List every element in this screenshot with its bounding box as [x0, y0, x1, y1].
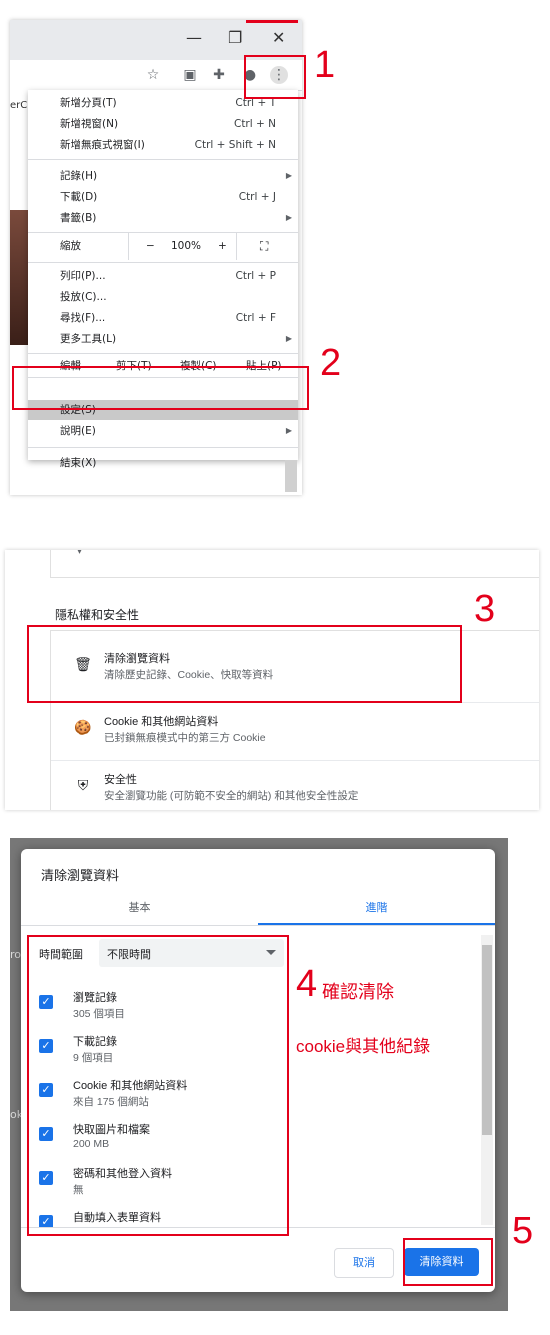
close-button[interactable]: ✕ — [272, 28, 285, 47]
menu-separator — [28, 232, 298, 233]
zoom-label: 縮放 — [60, 240, 81, 252]
menu-item-label: 結束(X) — [60, 457, 97, 469]
submenu-arrow-icon: ▶ — [285, 171, 292, 180]
dialog-scroll-thumb[interactable] — [482, 945, 492, 1135]
step3-highlight-box — [27, 625, 462, 703]
menu-separator — [28, 353, 298, 354]
cookie-icon: 🍪 — [74, 719, 92, 735]
step-number-2: 2 — [320, 342, 342, 384]
cancel-button[interactable]: 取消 — [334, 1248, 394, 1278]
chat-extension-icon[interactable]: ▣ — [181, 66, 199, 84]
menu-item-help[interactable]: 說明(E) ▶ — [28, 421, 298, 441]
menu-item-label: 投放(C)... — [60, 291, 107, 303]
cookies-row[interactable]: 🍪 Cookie 和其他網站資料 已封鎖無痕模式中的第三方 Cookie — [51, 702, 539, 755]
tab-advanced[interactable]: 進階 — [258, 899, 495, 915]
menu-item-incognito[interactable]: 新增無痕式視窗(I) Ctrl + Shift + N — [28, 135, 298, 155]
step-number-3: 3 — [474, 588, 496, 630]
menu-item-label: 下載(D) — [60, 191, 98, 203]
menu-item-label: 新增無痕式視窗(I) — [60, 139, 145, 151]
zoom-level: 100% — [171, 240, 202, 252]
menu-item-more-tools[interactable]: 更多工具(L) ▶ — [28, 329, 298, 349]
menu-item-find[interactable]: 尋找(F)... Ctrl + F — [28, 308, 298, 328]
section-title: 隱私權和安全性 — [55, 608, 140, 622]
menu-item-shortcut: Ctrl + F — [235, 312, 276, 324]
active-tab-underline — [258, 923, 495, 925]
menu-item-exit[interactable]: 結束(X) — [28, 453, 298, 473]
row-subtitle: 安全瀏覽功能 (可防範不安全的網站) 和其他安全性設定 — [104, 790, 359, 802]
puzzle-extensions-icon[interactable]: ✚ — [210, 66, 228, 84]
page-text-fragment: erC — [10, 100, 28, 111]
menu-item-label: 新增分頁(T) — [60, 97, 117, 109]
submenu-arrow-icon: ▶ — [285, 334, 292, 343]
page-photo — [10, 210, 28, 345]
star-icon[interactable]: ☆ — [144, 66, 162, 84]
menu-item-shortcut: Ctrl + J — [238, 191, 276, 203]
menu-separator — [28, 447, 298, 448]
previous-card — [50, 550, 539, 578]
menu-item-shortcut: Ctrl + Shift + N — [194, 139, 276, 151]
tab-divider — [21, 925, 495, 926]
menu-item-label: 新增視窗(N) — [60, 118, 119, 130]
step5-highlight-box — [403, 1238, 493, 1286]
menu-item-label: 記錄(H) — [60, 170, 98, 182]
menu-item-bookmarks[interactable]: 書籤(B) ▶ — [28, 208, 298, 228]
scrollbar-thumb[interactable] — [285, 460, 297, 492]
step-number-1: 1 — [314, 44, 336, 86]
menu-separator — [28, 159, 298, 160]
menu-item-new-window[interactable]: 新增視窗(N) Ctrl + N — [28, 114, 298, 134]
title-bar — [10, 20, 302, 60]
shield-icon: ⛨ — [77, 777, 89, 793]
menu-item-label: 列印(P)... — [60, 270, 106, 282]
row-title: Cookie 和其他網站資料 — [104, 716, 219, 728]
dialog-title: 清除瀏覽資料 — [41, 868, 120, 883]
menu-item-cast[interactable]: 投放(C)... — [28, 287, 298, 307]
step-number-5: 5 — [512, 1210, 534, 1252]
tab-basic[interactable]: 基本 — [21, 899, 258, 915]
minimize-button[interactable]: — — [186, 28, 202, 47]
menu-item-print[interactable]: 列印(P)... Ctrl + P — [28, 266, 298, 286]
submenu-arrow-icon: ▶ — [285, 213, 292, 222]
row-title: 安全性 — [104, 774, 137, 786]
menu-item-label: 更多工具(L) — [60, 333, 117, 345]
zoom-divider — [128, 232, 129, 260]
fullscreen-icon[interactable]: ⛶ — [260, 236, 268, 256]
expand-icon: ▾ — [77, 550, 83, 557]
step1-highlight-box — [244, 55, 306, 99]
note-line-2: cookie與其他紀錄 — [296, 1037, 431, 1056]
zoom-in-button[interactable]: + — [218, 236, 227, 256]
zoom-divider — [236, 232, 237, 260]
menu-item-label: 說明(E) — [60, 425, 96, 437]
menu-item-downloads[interactable]: 下載(D) Ctrl + J — [28, 187, 298, 207]
menu-item-label: 尋找(F)... — [60, 312, 106, 324]
step4-highlight-box — [27, 935, 289, 1236]
menu-item-history[interactable]: 記錄(H) ▶ — [28, 166, 298, 186]
active-tab-indicator — [246, 20, 298, 23]
menu-item-label: 書籤(B) — [60, 212, 97, 224]
step2-highlight-box — [12, 366, 309, 410]
note-line-1: 確認清除 — [322, 982, 394, 1002]
step-number-4: 4 — [296, 963, 318, 1005]
security-row[interactable]: ⛨ 安全性 安全瀏覽功能 (可防範不安全的網站) 和其他安全性設定 — [51, 760, 539, 810]
restore-button[interactable]: ❐ — [228, 28, 242, 47]
menu-item-shortcut: Ctrl + N — [233, 118, 276, 130]
menu-separator — [28, 262, 298, 263]
submenu-arrow-icon: ▶ — [285, 426, 292, 435]
menu-item-shortcut: Ctrl + P — [235, 270, 277, 282]
bg-fragment: ro — [10, 948, 22, 961]
zoom-out-button[interactable]: − — [146, 236, 155, 256]
row-subtitle: 已封鎖無痕模式中的第三方 Cookie — [104, 732, 266, 744]
menu-zoom-row: 縮放 − 100% + ⛶ — [28, 232, 298, 260]
